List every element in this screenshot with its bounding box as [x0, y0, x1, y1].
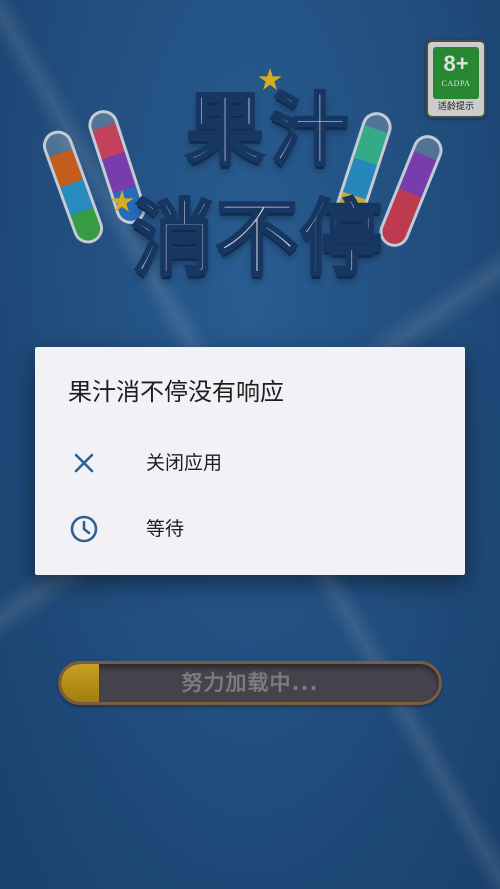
dialog-title: 果汁消不停没有响应	[68, 378, 284, 406]
close-icon	[74, 453, 94, 473]
wait-option[interactable]: 等待	[35, 501, 465, 559]
anr-dialog: 果汁消不停没有响应 关闭应用 等待	[35, 347, 465, 575]
close-app-option[interactable]: 关闭应用	[35, 435, 465, 493]
wait-label: 等待	[146, 518, 185, 540]
close-app-label: 关闭应用	[146, 452, 223, 474]
clock-icon	[70, 515, 98, 543]
